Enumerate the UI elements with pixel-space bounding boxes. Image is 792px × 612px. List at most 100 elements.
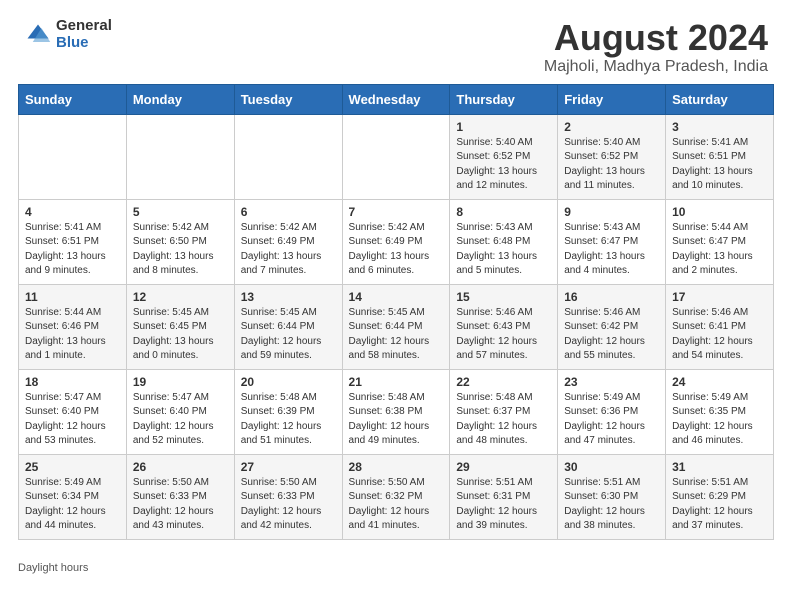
day-info: Sunrise: 5:49 AM Sunset: 6:35 PM Dayligh…: [672, 391, 767, 449]
calendar-table: SundayMondayTuesdayWednesdayThursdayFrid…: [18, 84, 774, 540]
day-number: 10: [672, 205, 767, 219]
day-number: 20: [241, 375, 336, 389]
day-info: Sunrise: 5:44 AM Sunset: 6:46 PM Dayligh…: [25, 306, 120, 364]
sub-title: Majholi, Madhya Pradesh, India: [544, 58, 768, 76]
calendar-cell: 26 Sunrise: 5:50 AM Sunset: 6:33 PM Dayli…: [126, 454, 234, 539]
calendar-cell: [234, 114, 342, 199]
calendar-cell: 10 Sunrise: 5:44 AM Sunset: 6:47 PM Dayli…: [666, 199, 774, 284]
day-info: Sunrise: 5:43 AM Sunset: 6:47 PM Dayligh…: [564, 221, 659, 279]
day-info: Sunrise: 5:51 AM Sunset: 6:30 PM Dayligh…: [564, 476, 659, 534]
day-info: Sunrise: 5:51 AM Sunset: 6:31 PM Dayligh…: [456, 476, 551, 534]
day-number: 4: [25, 205, 120, 219]
day-number: 31: [672, 460, 767, 474]
calendar-cell: 16 Sunrise: 5:46 AM Sunset: 6:42 PM Dayli…: [558, 284, 666, 369]
day-info: Sunrise: 5:49 AM Sunset: 6:34 PM Dayligh…: [25, 476, 120, 534]
day-number: 6: [241, 205, 336, 219]
logo-general-text: General: [56, 18, 112, 35]
day-info: Sunrise: 5:42 AM Sunset: 6:49 PM Dayligh…: [241, 221, 336, 279]
day-number: 8: [456, 205, 551, 219]
calendar-cell: 9 Sunrise: 5:43 AM Sunset: 6:47 PM Daylig…: [558, 199, 666, 284]
day-number: 26: [133, 460, 228, 474]
week-row-5: 25 Sunrise: 5:49 AM Sunset: 6:34 PM Dayli…: [19, 454, 774, 539]
logo-icon: [24, 21, 52, 49]
calendar-cell: 21 Sunrise: 5:48 AM Sunset: 6:38 PM Dayli…: [342, 369, 450, 454]
calendar-cell: 13Sunrise: 5:45 AM Sunset: 6:44 PM Dayli…: [234, 284, 342, 369]
calendar-cell: 29 Sunrise: 5:51 AM Sunset: 6:31 PM Dayli…: [450, 454, 558, 539]
weekday-header-wednesday: Wednesday: [342, 84, 450, 114]
day-number: 18: [25, 375, 120, 389]
day-number: 5: [133, 205, 228, 219]
calendar-cell: [342, 114, 450, 199]
day-number: 3: [672, 120, 767, 134]
calendar-cell: 6 Sunrise: 5:42 AM Sunset: 6:49 PM Daylig…: [234, 199, 342, 284]
day-number: 17: [672, 290, 767, 304]
day-info: Sunrise: 5:50 AM Sunset: 6:33 PM Dayligh…: [133, 476, 228, 534]
day-number: 22: [456, 375, 551, 389]
day-info: Sunrise: 5:48 AM Sunset: 6:38 PM Dayligh…: [349, 391, 444, 449]
day-number: 9: [564, 205, 659, 219]
day-info: Sunrise: 5:46 AM Sunset: 6:42 PM Dayligh…: [564, 306, 659, 364]
week-row-1: 1Sunrise: 5:40 AM Sunset: 6:52 PM Daylig…: [19, 114, 774, 199]
day-info: Sunrise: 5:47 AM Sunset: 6:40 PM Dayligh…: [133, 391, 228, 449]
weekday-header-thursday: Thursday: [450, 84, 558, 114]
day-number: 12: [133, 290, 228, 304]
calendar-cell: 8 Sunrise: 5:43 AM Sunset: 6:48 PM Daylig…: [450, 199, 558, 284]
day-number: 25: [25, 460, 120, 474]
day-info: Sunrise: 5:43 AM Sunset: 6:48 PM Dayligh…: [456, 221, 551, 279]
day-number: 23: [564, 375, 659, 389]
day-number: 11: [25, 290, 120, 304]
day-number: 24: [672, 375, 767, 389]
day-number: 13: [241, 290, 336, 304]
calendar-container: SundayMondayTuesdayWednesdayThursdayFrid…: [0, 84, 792, 558]
calendar-cell: 2 Sunrise: 5:40 AM Sunset: 6:52 PM Daylig…: [558, 114, 666, 199]
day-number: 21: [349, 375, 444, 389]
weekday-header-sunday: Sunday: [19, 84, 127, 114]
day-info: Sunrise: 5:47 AM Sunset: 6:40 PM Dayligh…: [25, 391, 120, 449]
calendar-cell: 5 Sunrise: 5:42 AM Sunset: 6:50 PM Daylig…: [126, 199, 234, 284]
day-info: Sunrise: 5:40 AM Sunset: 6:52 PM Dayligh…: [564, 136, 659, 194]
title-block: August 2024 Majholi, Madhya Pradesh, Ind…: [544, 18, 768, 76]
day-info: Sunrise: 5:49 AM Sunset: 6:36 PM Dayligh…: [564, 391, 659, 449]
week-row-2: 4 Sunrise: 5:41 AM Sunset: 6:51 PM Daylig…: [19, 199, 774, 284]
day-info: Sunrise: 5:46 AM Sunset: 6:41 PM Dayligh…: [672, 306, 767, 364]
day-info: Sunrise: 5:45 AM Sunset: 6:44 PM Dayligh…: [349, 306, 444, 364]
footer-label: Daylight hours: [18, 562, 88, 574]
day-number: 2: [564, 120, 659, 134]
day-number: 30: [564, 460, 659, 474]
logo-blue-text: Blue: [56, 35, 112, 52]
week-row-3: 11 Sunrise: 5:44 AM Sunset: 6:46 PM Dayli…: [19, 284, 774, 369]
calendar-cell: 25 Sunrise: 5:49 AM Sunset: 6:34 PM Dayli…: [19, 454, 127, 539]
calendar-cell: 20 Sunrise: 5:48 AM Sunset: 6:39 PM Dayli…: [234, 369, 342, 454]
calendar-cell: 24 Sunrise: 5:49 AM Sunset: 6:35 PM Dayli…: [666, 369, 774, 454]
calendar-cell: 30 Sunrise: 5:51 AM Sunset: 6:30 PM Dayli…: [558, 454, 666, 539]
day-info: Sunrise: 5:42 AM Sunset: 6:50 PM Dayligh…: [133, 221, 228, 279]
calendar-cell: 1Sunrise: 5:40 AM Sunset: 6:52 PM Daylig…: [450, 114, 558, 199]
day-info: Sunrise: 5:42 AM Sunset: 6:49 PM Dayligh…: [349, 221, 444, 279]
weekday-header-monday: Monday: [126, 84, 234, 114]
calendar-cell: 27 Sunrise: 5:50 AM Sunset: 6:33 PM Dayli…: [234, 454, 342, 539]
calendar-cell: 17 Sunrise: 5:46 AM Sunset: 6:41 PM Dayli…: [666, 284, 774, 369]
calendar-cell: 23 Sunrise: 5:49 AM Sunset: 6:36 PM Dayli…: [558, 369, 666, 454]
footer: Daylight hours: [0, 558, 792, 578]
day-number: 19: [133, 375, 228, 389]
day-info: Sunrise: 5:51 AM Sunset: 6:29 PM Dayligh…: [672, 476, 767, 534]
week-row-4: 18 Sunrise: 5:47 AM Sunset: 6:40 PM Dayli…: [19, 369, 774, 454]
weekday-header-tuesday: Tuesday: [234, 84, 342, 114]
logo-text: General Blue: [56, 18, 112, 51]
day-info: Sunrise: 5:45 AM Sunset: 6:45 PM Dayligh…: [133, 306, 228, 364]
day-info: Sunrise: 5:50 AM Sunset: 6:33 PM Dayligh…: [241, 476, 336, 534]
calendar-cell: 7Sunrise: 5:42 AM Sunset: 6:49 PM Daylig…: [342, 199, 450, 284]
day-number: 29: [456, 460, 551, 474]
day-info: Sunrise: 5:41 AM Sunset: 6:51 PM Dayligh…: [25, 221, 120, 279]
day-info: Sunrise: 5:44 AM Sunset: 6:47 PM Dayligh…: [672, 221, 767, 279]
day-info: Sunrise: 5:48 AM Sunset: 6:39 PM Dayligh…: [241, 391, 336, 449]
main-title: August 2024: [544, 18, 768, 58]
day-info: Sunrise: 5:40 AM Sunset: 6:52 PM Dayligh…: [456, 136, 551, 194]
day-info: Sunrise: 5:46 AM Sunset: 6:43 PM Dayligh…: [456, 306, 551, 364]
day-number: 27: [241, 460, 336, 474]
day-number: 16: [564, 290, 659, 304]
day-number: 14: [349, 290, 444, 304]
calendar-cell: 19 Sunrise: 5:47 AM Sunset: 6:40 PM Dayli…: [126, 369, 234, 454]
calendar-cell: 3Sunrise: 5:41 AM Sunset: 6:51 PM Daylig…: [666, 114, 774, 199]
calendar-cell: 28Sunrise: 5:50 AM Sunset: 6:32 PM Dayli…: [342, 454, 450, 539]
